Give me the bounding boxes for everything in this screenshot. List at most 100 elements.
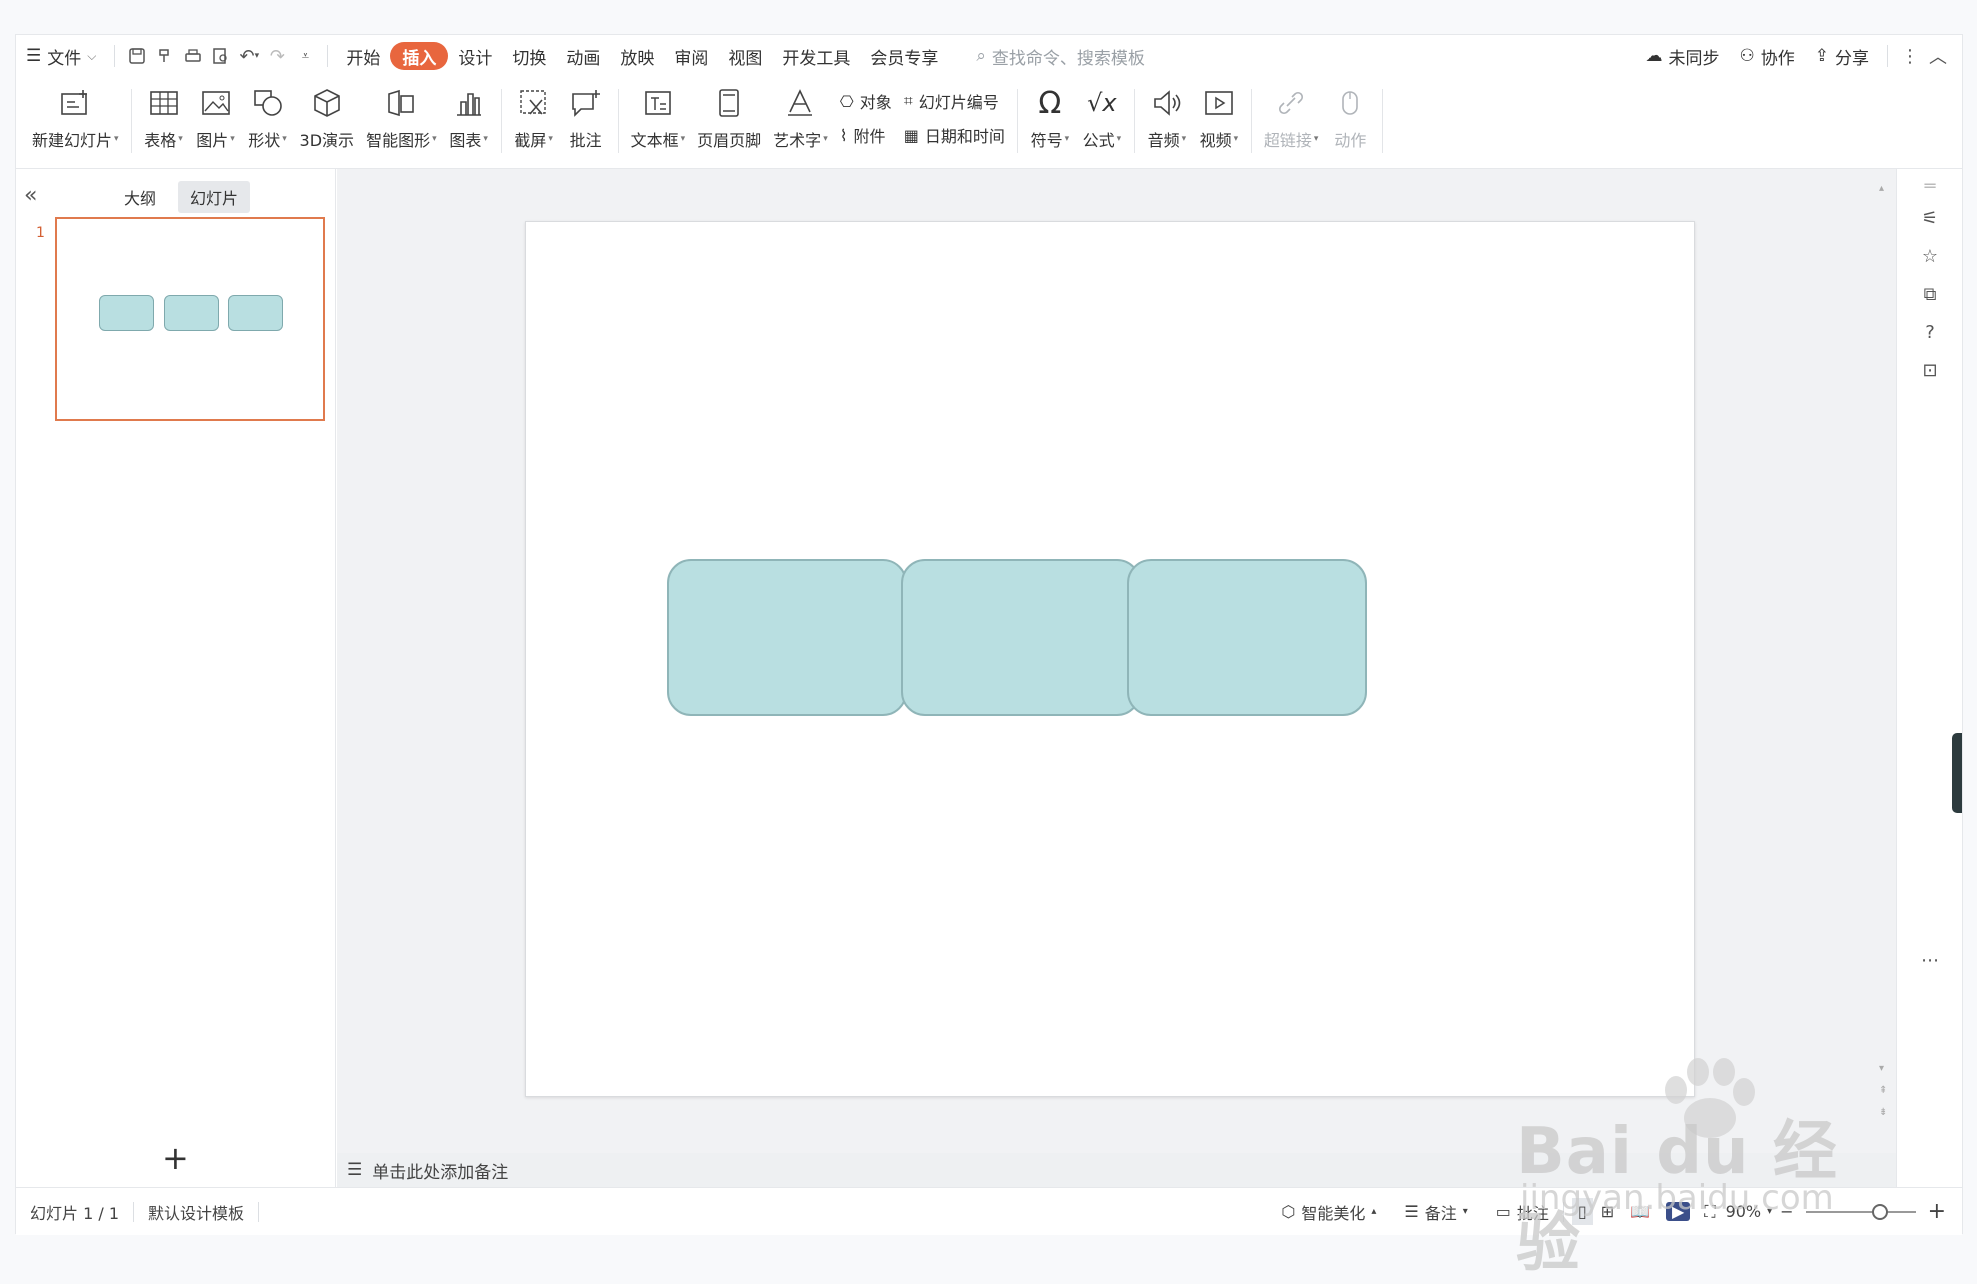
smart-beautify-button[interactable]: ⬡ 智能美化 ▴ bbox=[1267, 1200, 1390, 1224]
textbox-label: 文本框 bbox=[630, 131, 679, 150]
tab-view[interactable]: 视图 bbox=[718, 40, 772, 72]
template-name[interactable]: 默认设计模板 bbox=[134, 1200, 258, 1224]
formula-icon: √x bbox=[1087, 89, 1117, 117]
slide-1[interactable] bbox=[525, 221, 1695, 1097]
add-slide-button[interactable]: + bbox=[162, 1139, 189, 1177]
format-painter-icon[interactable] bbox=[151, 42, 179, 70]
cube-icon bbox=[307, 83, 347, 123]
slide-transition-icon[interactable]: ⧉ bbox=[1917, 281, 1943, 307]
rounded-rectangle-shape[interactable] bbox=[901, 559, 1141, 716]
chart-button[interactable]: 图表 ▾ bbox=[443, 77, 495, 165]
collapse-ribbon-icon[interactable]: ︿ bbox=[1924, 42, 1952, 70]
rounded-rectangle-shape[interactable] bbox=[667, 559, 907, 716]
drag-handle-icon[interactable]: ═ bbox=[1917, 173, 1943, 199]
tab-member[interactable]: 会员专享 bbox=[860, 40, 948, 72]
audio-button[interactable]: 音频 ▾ bbox=[1141, 77, 1193, 165]
comment-button[interactable]: 批注 bbox=[560, 77, 612, 165]
zoom-in-button[interactable]: + bbox=[1924, 1199, 1962, 1224]
more-icon[interactable]: ⋯ bbox=[1917, 947, 1943, 973]
object-attachment-group: ⎔ 对象 ⌇ 附件 bbox=[834, 77, 898, 147]
backup-icon[interactable]: ⊡ bbox=[1917, 357, 1943, 383]
save-icon[interactable] bbox=[123, 42, 151, 70]
tab-animations[interactable]: 动画 bbox=[556, 40, 610, 72]
help-icon[interactable]: ? bbox=[1917, 319, 1943, 345]
watermark-url: jingyan.baidu.com bbox=[1520, 1178, 1834, 1218]
collapse-pane-icon[interactable]: « bbox=[24, 183, 37, 208]
dropdown-arrow-icon: ▾ bbox=[1064, 134, 1070, 144]
divider bbox=[1250, 89, 1252, 153]
slide-number-datetime-group: ⌗ 幻灯片编号 ▦ 日期和时间 bbox=[898, 77, 1011, 147]
audio-label: 音频 bbox=[1147, 131, 1180, 150]
menubar-right-group: ☁ 未同步 ⚇ 协作 ⇪ 分享 ⋮ ︿ bbox=[1636, 40, 1963, 72]
tab-label: 设计 bbox=[458, 48, 493, 69]
video-button[interactable]: 视频 ▾ bbox=[1193, 77, 1245, 165]
cloud-sync-icon: ☁ bbox=[1645, 46, 1663, 66]
tab-home[interactable]: 开始 bbox=[336, 40, 390, 72]
slide-thumbnail-pane: « 大纲 幻灯片 1 + bbox=[16, 169, 336, 1221]
symbol-button[interactable]: Ω 符号 ▾ bbox=[1024, 77, 1076, 165]
shape-icon bbox=[248, 83, 288, 123]
speaker-icon bbox=[1147, 83, 1187, 123]
formula-button[interactable]: √x 公式 ▾ bbox=[1076, 77, 1128, 165]
sync-button[interactable]: ☁ 未同步 bbox=[1636, 40, 1730, 72]
template-name-text: 默认设计模板 bbox=[148, 1203, 245, 1223]
print-icon[interactable] bbox=[179, 42, 207, 70]
object-button[interactable]: ⎔ 对象 bbox=[840, 89, 892, 113]
dropdown-arrow-icon: ▾ bbox=[282, 134, 287, 144]
more-options-icon[interactable]: ⋮ bbox=[1896, 42, 1924, 70]
tab-transitions[interactable]: 切换 bbox=[502, 40, 556, 72]
divider bbox=[617, 89, 619, 153]
new-slide-icon bbox=[55, 83, 95, 123]
dropdown-arrow-icon: ▾ bbox=[1313, 134, 1319, 144]
slide-thumbnail[interactable] bbox=[55, 217, 325, 421]
comment-icon bbox=[566, 83, 606, 123]
star-icon[interactable]: ☆ bbox=[1917, 243, 1943, 269]
customize-quick-access-icon[interactable]: ⩡ bbox=[291, 42, 319, 70]
hyperlink-button[interactable]: 超链接 ▾ bbox=[1258, 77, 1325, 165]
tab-slides[interactable]: 幻灯片 bbox=[178, 181, 251, 213]
textbox-button[interactable]: 文本框 ▾ bbox=[625, 77, 692, 165]
print-preview-icon[interactable] bbox=[207, 42, 235, 70]
symbol-label: 符号 bbox=[1030, 131, 1063, 150]
3d-demo-button[interactable]: 3D演示 bbox=[294, 77, 361, 165]
slide-number-button[interactable]: ⌗ 幻灯片编号 bbox=[904, 89, 1005, 113]
command-search[interactable]: ⌕ 查找命令、搜索模板 bbox=[966, 40, 1155, 72]
side-panel-handle[interactable] bbox=[1952, 733, 1962, 813]
slide-thumbnail-number: 1 bbox=[36, 225, 45, 241]
wordart-button[interactable]: 艺术字 ▾ bbox=[767, 77, 834, 165]
attachment-button[interactable]: ⌇ 附件 bbox=[840, 123, 892, 147]
tab-insert[interactable]: 插入 bbox=[390, 42, 449, 70]
properties-icon[interactable]: ⚟ bbox=[1917, 205, 1943, 231]
share-button[interactable]: ⇪ 分享 bbox=[1805, 40, 1879, 72]
tab-review[interactable]: 审阅 bbox=[664, 40, 718, 72]
datetime-button[interactable]: ▦ 日期和时间 bbox=[904, 123, 1005, 147]
tab-design[interactable]: 设计 bbox=[448, 40, 502, 72]
tab-slideshow[interactable]: 放映 bbox=[610, 40, 664, 72]
picture-button[interactable]: 图片 ▾ bbox=[190, 77, 242, 165]
screenshot-label: 截屏 bbox=[514, 131, 547, 150]
divider bbox=[1887, 45, 1888, 67]
shape-button[interactable]: 形状 ▾ bbox=[242, 77, 294, 165]
dropdown-arrow-icon: ▾ bbox=[1116, 134, 1122, 144]
divider bbox=[500, 89, 502, 153]
notes-toggle-button[interactable]: ☰ 备注 ▾ bbox=[1390, 1200, 1481, 1224]
screenshot-button[interactable]: 截屏 ▾ bbox=[508, 77, 560, 165]
tab-developer[interactable]: 开发工具 bbox=[772, 40, 860, 72]
redo-icon[interactable]: ↷ bbox=[263, 42, 291, 70]
attachment-label: 附件 bbox=[853, 127, 886, 146]
undo-icon[interactable]: ↶ ▾ bbox=[235, 42, 263, 70]
smartart-button[interactable]: 智能图形 ▾ bbox=[360, 77, 443, 165]
rounded-rectangle-shape[interactable] bbox=[1127, 559, 1367, 716]
tab-outline[interactable]: 大纲 bbox=[112, 181, 168, 213]
new-slide-button[interactable]: 新建幻灯片 ▾ bbox=[26, 77, 125, 165]
3d-demo-label: 3D演示 bbox=[299, 131, 355, 150]
tab-label: 放映 bbox=[620, 48, 655, 69]
vertical-scrollbar[interactable]: ▴ ▾ ⇞ ⇟ bbox=[1879, 183, 1889, 1133]
file-menu[interactable]: ☰ 文件 ⌵ bbox=[16, 40, 106, 72]
table-button[interactable]: 表格 ▾ bbox=[138, 77, 190, 165]
action-button[interactable]: 动作 bbox=[1324, 77, 1376, 165]
scroll-up-icon[interactable]: ▴ bbox=[1879, 183, 1884, 194]
collaborate-button[interactable]: ⚇ 协作 bbox=[1730, 40, 1805, 72]
header-footer-button[interactable]: 页眉页脚 bbox=[691, 77, 767, 165]
dropdown-arrow-icon: ▾ bbox=[1181, 134, 1187, 144]
